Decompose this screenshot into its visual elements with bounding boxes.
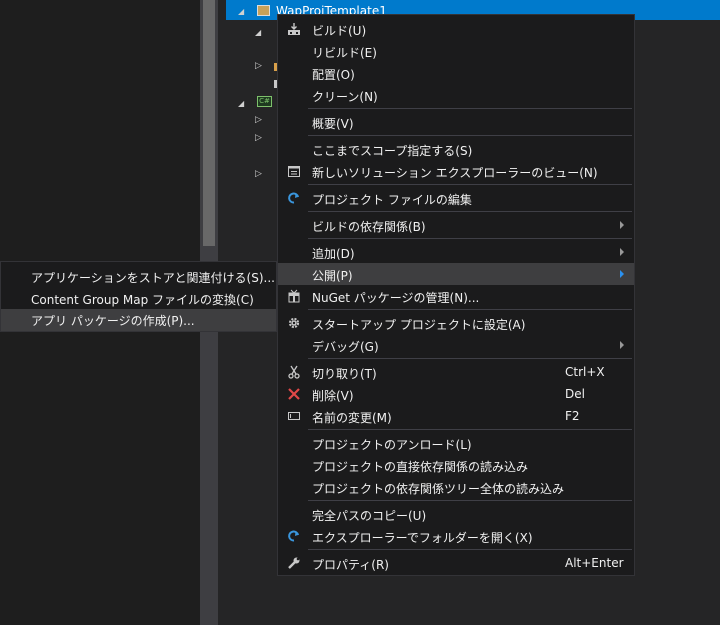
- delete-x-icon: [286, 386, 302, 402]
- shortcut-label: Ctrl+X: [565, 365, 605, 379]
- shortcut-label: Alt+Enter: [565, 556, 624, 570]
- menu-item-properties[interactable]: プロパティ(R) Alt+Enter: [278, 552, 634, 574]
- shortcut-label: Del: [565, 387, 585, 401]
- menu-item-label: 完全パスのコピー(U): [312, 509, 427, 523]
- menu-item-debug[interactable]: デバッグ(G): [278, 334, 634, 356]
- menu-item-rename[interactable]: 名前の変更(M) F2: [278, 405, 634, 427]
- menu-item-scope-here[interactable]: ここまでスコープ指定する(S): [278, 138, 634, 160]
- menu-separator: [308, 500, 632, 501]
- menu-item-label: 切り取り(T): [312, 367, 377, 381]
- menu-item-build-dependencies[interactable]: ビルドの依存関係(B): [278, 214, 634, 236]
- menu-item-label: プロパティ(R): [312, 558, 389, 572]
- submenu-arrow-icon: [620, 248, 624, 256]
- menu-item-label: 削除(V): [312, 389, 354, 403]
- menu-item-label: Content Group Map ファイルの変換(C): [31, 293, 254, 307]
- menu-item-new-solution-view[interactable]: 新しいソリューション エクスプローラーのビュー(N): [278, 160, 634, 182]
- menu-separator: [308, 358, 632, 359]
- menu-item-label: クリーン(N): [312, 90, 378, 104]
- menu-item-label: プロジェクト ファイルの編集: [312, 193, 472, 207]
- menu-item-label: ここまでスコープ指定する(S): [312, 144, 473, 158]
- menu-item-edit-project-file[interactable]: プロジェクト ファイルの編集: [278, 187, 634, 209]
- menu-item-label: アプリ パッケージの作成(P)...: [31, 314, 195, 328]
- scrollbar-thumb[interactable]: [203, 0, 215, 246]
- menu-item-delete[interactable]: 削除(V) Del: [278, 383, 634, 405]
- collapsed-arrow-icon[interactable]: ▷: [255, 116, 262, 125]
- project-icon: [257, 5, 270, 16]
- menu-item-label: プロジェクトのアンロード(L): [312, 438, 472, 452]
- menu-item-create-app-packages[interactable]: アプリ パッケージの作成(P)...: [1, 309, 276, 331]
- menu-item-label: 名前の変更(M): [312, 411, 392, 425]
- expanded-arrow-icon[interactable]: ◢: [238, 7, 244, 16]
- menu-item-label: 配置(O): [312, 68, 355, 82]
- menu-item-add[interactable]: 追加(D): [278, 241, 634, 263]
- menu-item-deploy[interactable]: 配置(O): [278, 62, 634, 84]
- wrench-icon: [286, 555, 302, 571]
- menu-item-label: NuGet パッケージの管理(N)...: [312, 291, 480, 305]
- menu-separator: [308, 184, 632, 185]
- menu-separator: [308, 238, 632, 239]
- menu-separator: [308, 309, 632, 310]
- scissors-icon: [286, 364, 302, 380]
- refresh-icon: [286, 190, 302, 206]
- menu-item-label: 概要(V): [312, 117, 354, 131]
- menu-item-convert-content-group-map[interactable]: Content Group Map ファイルの変換(C): [1, 288, 276, 310]
- expanded-arrow-icon[interactable]: ◢: [255, 28, 261, 37]
- rename-icon: [286, 408, 302, 424]
- menu-item-associate-store[interactable]: アプリケーションをストアと関連付ける(S)...: [1, 266, 276, 288]
- menu-item-label: ビルドの依存関係(B): [312, 220, 426, 234]
- menu-separator: [308, 549, 632, 550]
- menu-item-label: デバッグ(G): [312, 340, 379, 354]
- collapsed-arrow-icon[interactable]: ▷: [255, 62, 262, 71]
- menu-item-label: リビルド(E): [312, 46, 377, 60]
- collapsed-arrow-icon[interactable]: ▷: [255, 170, 262, 179]
- shortcut-label: F2: [565, 409, 580, 423]
- menu-item-build[interactable]: ビルド(U): [278, 18, 634, 40]
- menu-item-label: ビルド(U): [312, 24, 367, 38]
- gear-icon: [286, 315, 302, 331]
- menu-item-overview[interactable]: 概要(V): [278, 111, 634, 133]
- menu-separator: [308, 135, 632, 136]
- publish-submenu: アプリケーションをストアと関連付ける(S)... Content Group M…: [0, 261, 277, 332]
- menu-item-rebuild[interactable]: リビルド(E): [278, 40, 634, 62]
- menu-item-load-direct-dependencies[interactable]: プロジェクトの直接依存関係の読み込み: [278, 454, 634, 476]
- refresh-icon: [286, 528, 302, 544]
- menu-item-publish[interactable]: 公開(P): [278, 263, 634, 285]
- menu-separator: [308, 429, 632, 430]
- menu-item-clean[interactable]: クリーン(N): [278, 84, 634, 106]
- menu-item-set-startup[interactable]: スタートアップ プロジェクトに設定(A): [278, 312, 634, 334]
- menu-item-unload-project[interactable]: プロジェクトのアンロード(L): [278, 432, 634, 454]
- menu-item-label: エクスプローラーでフォルダーを開く(X): [312, 531, 533, 545]
- nuget-package-icon: [286, 288, 302, 304]
- menu-item-manage-nuget[interactable]: NuGet パッケージの管理(N)...: [278, 285, 634, 307]
- collapsed-arrow-icon[interactable]: ▷: [255, 134, 262, 143]
- menu-item-open-in-explorer[interactable]: エクスプローラーでフォルダーを開く(X): [278, 525, 634, 547]
- expanded-arrow-icon[interactable]: ◢: [238, 99, 244, 108]
- menu-item-label: アプリケーションをストアと関連付ける(S)...: [31, 271, 275, 285]
- context-menu: ビルド(U) リビルド(E) 配置(O) クリーン(N) 概要(V) ここまでス…: [277, 14, 635, 576]
- menu-separator: [308, 211, 632, 212]
- submenu-arrow-icon: [620, 221, 624, 229]
- menu-item-copy-full-path[interactable]: 完全パスのコピー(U): [278, 503, 634, 525]
- build-icon: [286, 21, 302, 37]
- csharp-project-icon: C#: [257, 96, 272, 107]
- menu-separator: [308, 108, 632, 109]
- menu-item-label: プロジェクトの直接依存関係の読み込み: [312, 460, 529, 474]
- submenu-arrow-icon: [620, 270, 624, 278]
- menu-item-label: スタートアップ プロジェクトに設定(A): [312, 318, 526, 332]
- menu-item-label: 追加(D): [312, 247, 355, 261]
- menu-item-label: プロジェクトの依存関係ツリー全体の読み込み: [312, 482, 565, 496]
- menu-item-label: 公開(P): [312, 269, 353, 283]
- menu-item-cut[interactable]: 切り取り(T) Ctrl+X: [278, 361, 634, 383]
- menu-item-label: 新しいソリューション エクスプローラーのビュー(N): [312, 166, 598, 180]
- menu-item-load-dependency-tree[interactable]: プロジェクトの依存関係ツリー全体の読み込み: [278, 476, 634, 498]
- new-view-icon: [286, 163, 302, 179]
- submenu-arrow-icon: [620, 341, 624, 349]
